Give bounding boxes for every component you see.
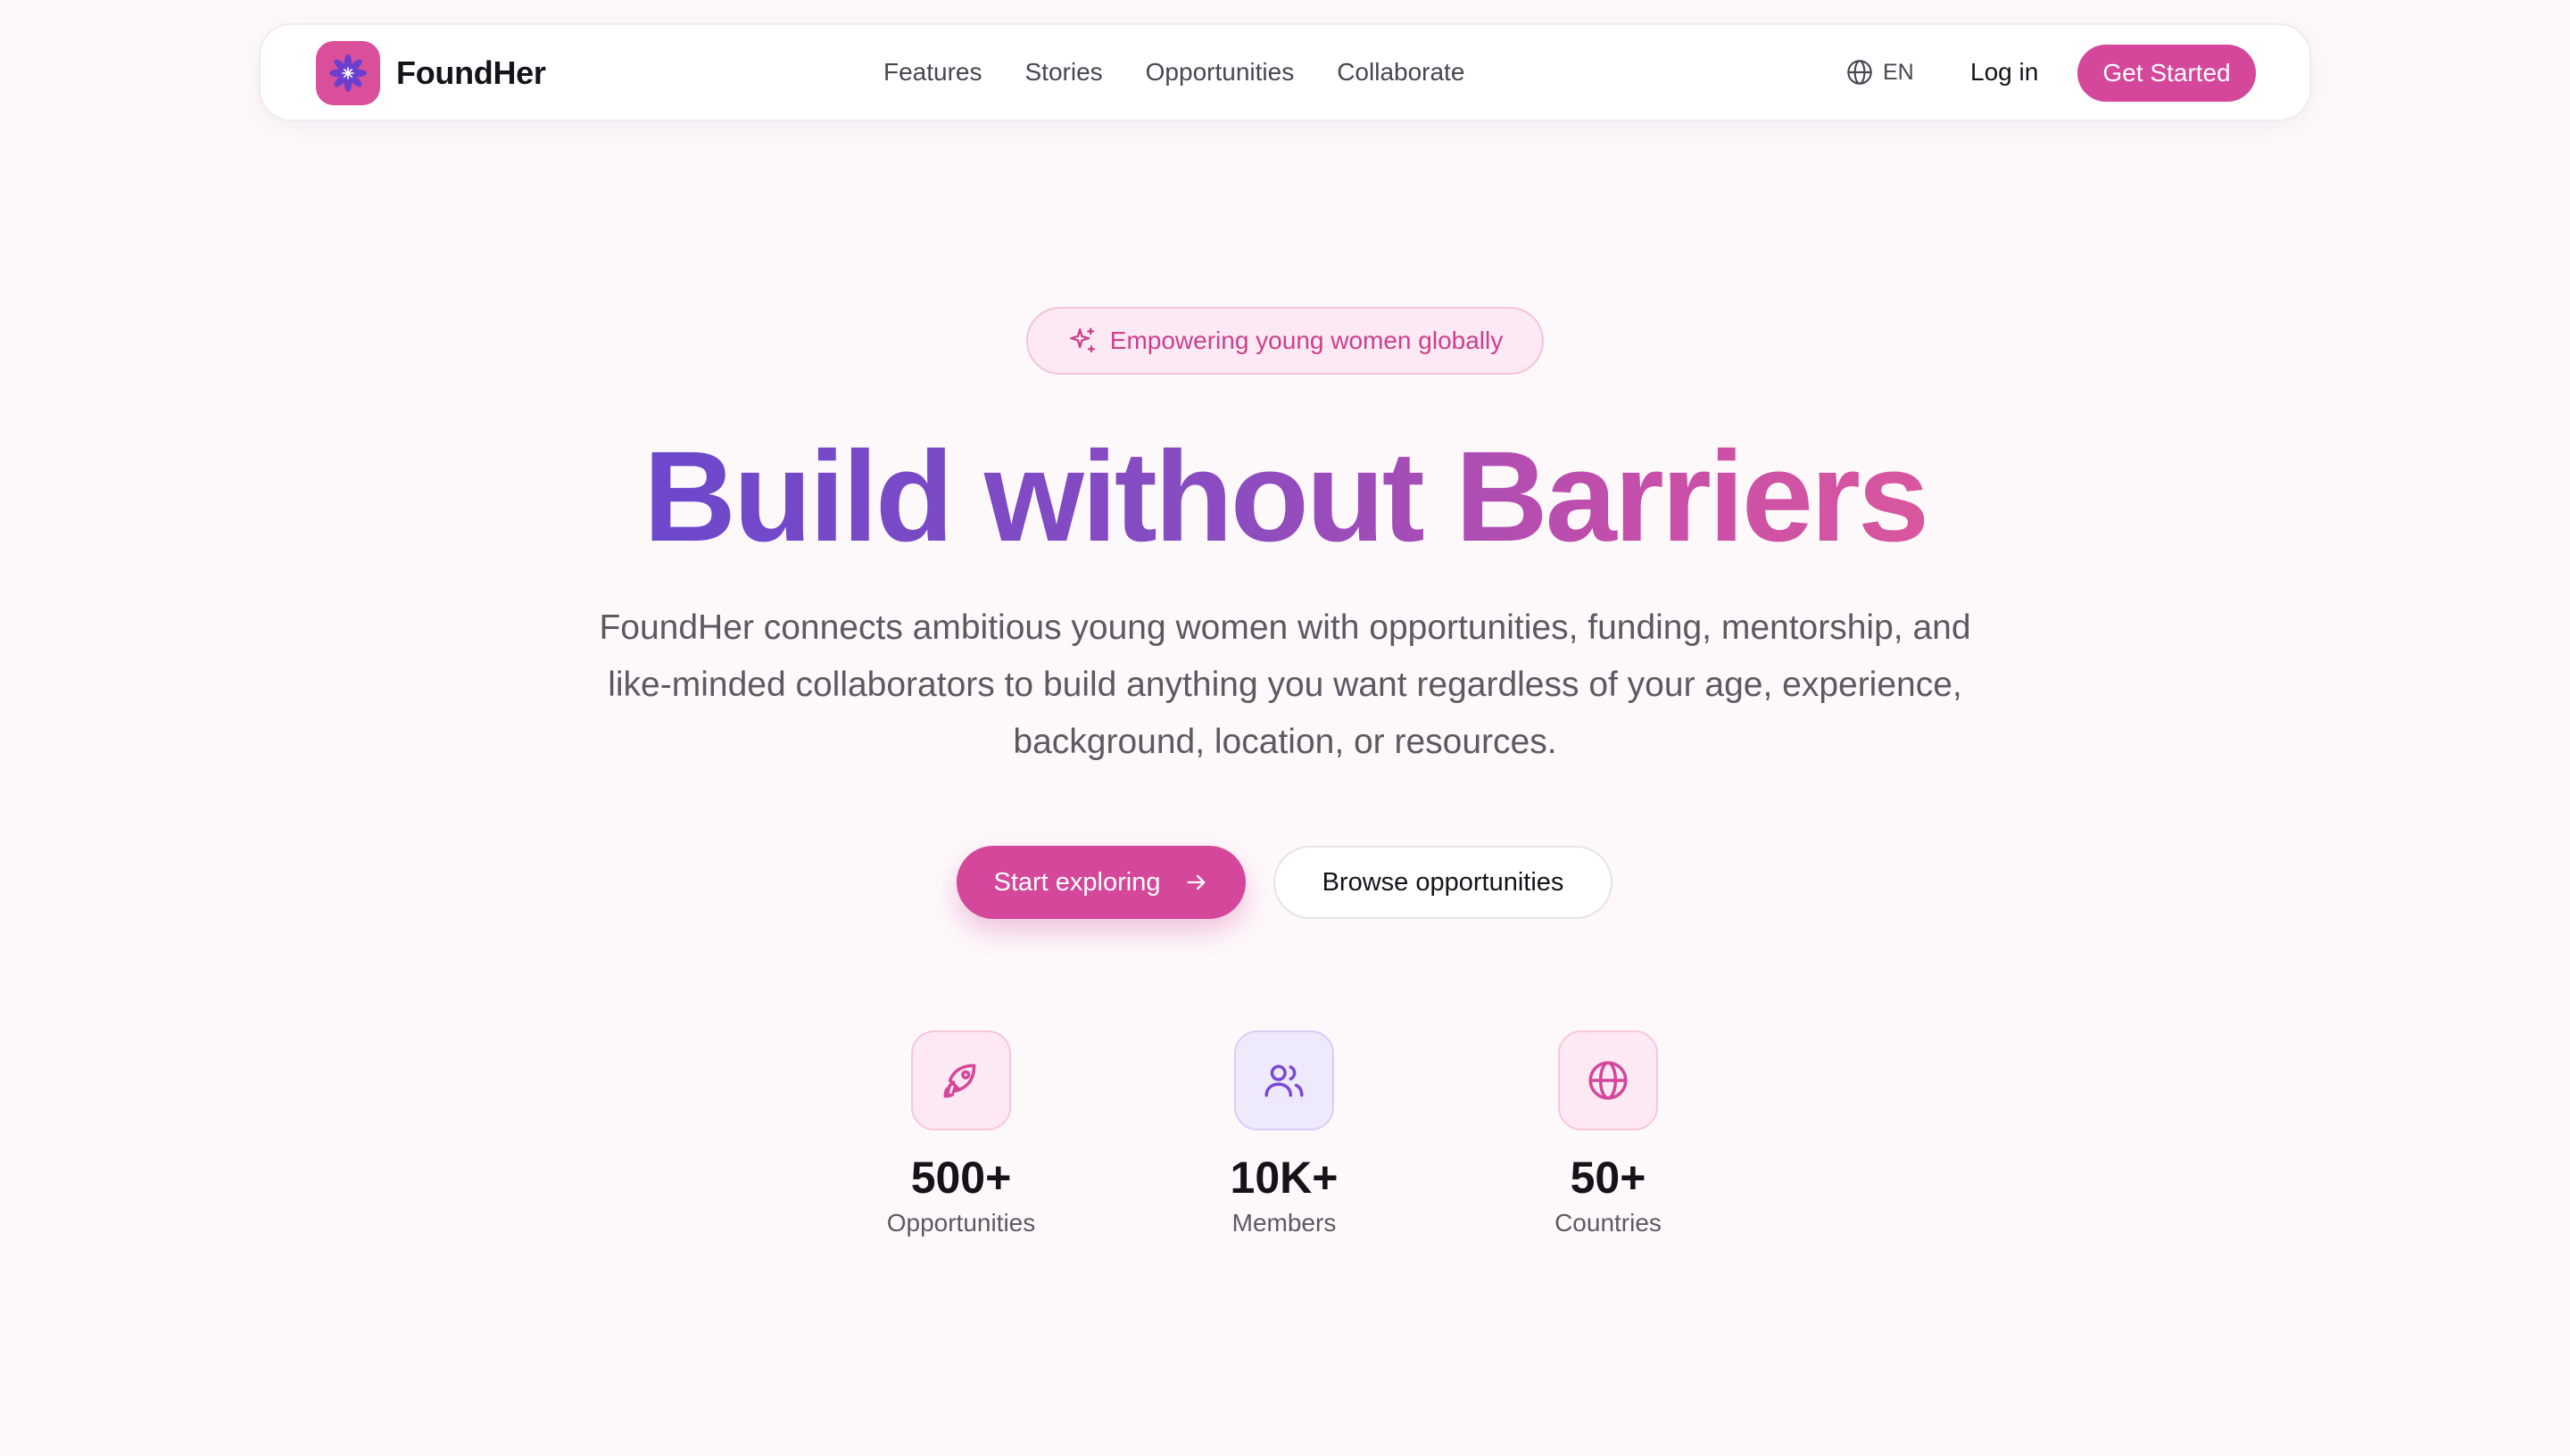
stat-label: Members: [1231, 1209, 1337, 1237]
rocket-icon: [911, 1030, 1011, 1130]
nav-link-collaborate[interactable]: Collaborate: [1337, 58, 1464, 87]
nav-link-opportunities[interactable]: Opportunities: [1146, 58, 1295, 87]
nav-link-features[interactable]: Features: [883, 58, 982, 87]
globe-icon: [1845, 58, 1874, 87]
hero-headline-text: Build without Barriers: [642, 425, 1929, 568]
stat-opportunities: 500+ Opportunities: [845, 1030, 1077, 1237]
hero-headline: Build without Barriers: [0, 421, 2570, 573]
start-exploring-button[interactable]: Start exploring: [957, 846, 1246, 919]
hero-subtitle: FoundHer connects ambitious young women …: [599, 608, 1971, 761]
login-link[interactable]: Log in: [1970, 25, 2038, 120]
stat-members: 10K+ Members: [1168, 1030, 1400, 1237]
arrow-right-icon: [1184, 870, 1209, 895]
brand[interactable]: FoundHer: [316, 41, 546, 105]
language-label: EN: [1883, 59, 1914, 85]
stat-value: 50+: [1570, 1153, 1646, 1203]
nav-links: Features Stories Opportunities Collabora…: [883, 25, 1464, 120]
hero-section: FoundHer Features Stories Opportunities …: [0, 0, 2570, 1456]
nav-link-stories[interactable]: Stories: [1025, 58, 1103, 87]
stat-countries: 50+ Countries: [1492, 1030, 1724, 1237]
stat-value: 500+: [910, 1153, 1012, 1203]
stat-label: Countries: [1554, 1209, 1662, 1237]
top-navigation: FoundHer Features Stories Opportunities …: [259, 23, 2311, 121]
sparkles-icon: [1067, 326, 1098, 356]
stat-value: 10K+: [1230, 1153, 1339, 1203]
brand-name: FoundHer: [396, 54, 546, 91]
foundher-logo-icon: [316, 41, 380, 105]
language-selector[interactable]: EN: [1845, 25, 1914, 120]
stat-label: Opportunities: [886, 1209, 1036, 1237]
hero-badge-text: Empowering young women globally: [1109, 327, 1504, 354]
hero-badge: Empowering young women globally: [1026, 307, 1544, 375]
get-started-button[interactable]: Get Started: [2077, 45, 2256, 102]
browse-opportunities-button[interactable]: Browse opportunities: [1273, 846, 1612, 919]
start-exploring-label: Start exploring: [993, 867, 1161, 897]
users-icon: [1234, 1030, 1334, 1130]
globe-icon: [1558, 1030, 1658, 1130]
